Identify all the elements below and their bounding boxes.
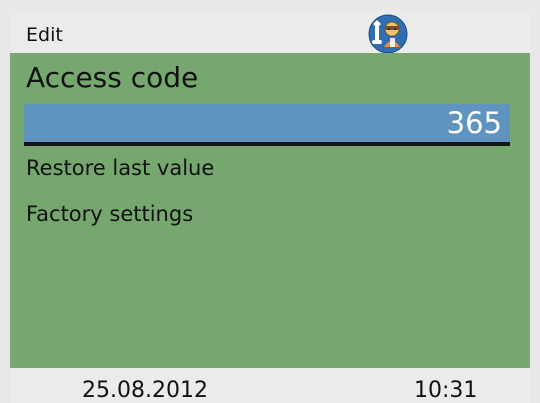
access-code-field[interactable]: 365 <box>24 104 510 146</box>
restore-last-value-item[interactable]: Restore last value <box>26 156 214 180</box>
controller-screen: Edit Access code 365 Restore last value … <box>0 0 540 403</box>
status-bar: 25.08.2012 10:31 <box>10 368 530 403</box>
access-code-value[interactable]: 365 <box>447 106 502 140</box>
service-technician-icon-svg <box>368 14 408 54</box>
service-technician-icon <box>368 14 408 54</box>
main-panel: Access code 365 Restore last value Facto… <box>10 53 530 368</box>
factory-settings-item[interactable]: Factory settings <box>26 202 193 226</box>
current-time: 10:31 <box>414 378 478 403</box>
parameter-heading: Access code <box>26 61 199 94</box>
current-date: 25.08.2012 <box>82 378 208 403</box>
top-bar: Edit <box>10 10 530 54</box>
screen-title: Edit <box>26 24 63 46</box>
